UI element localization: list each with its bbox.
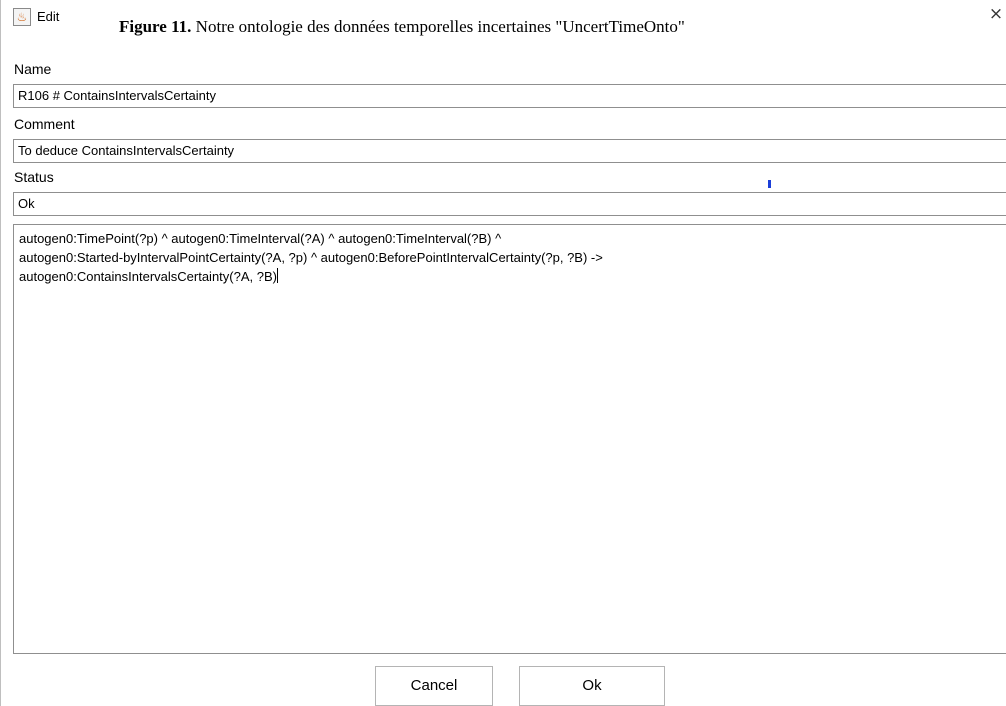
status-label: Status bbox=[14, 169, 54, 185]
name-field[interactable]: R106 # ContainsIntervalsCertainty bbox=[13, 84, 1006, 108]
comment-label: Comment bbox=[14, 116, 75, 132]
ok-button[interactable]: Ok bbox=[519, 666, 665, 706]
rule-line: autogen0:Started-byIntervalPointCertaint… bbox=[19, 250, 603, 265]
window-title: Edit bbox=[37, 9, 60, 24]
blue-marker bbox=[768, 180, 771, 188]
rule-text-area[interactable]: autogen0:TimePoint(?p) ^ autogen0:TimeIn… bbox=[13, 224, 1006, 654]
figure-caption: Figure 11. Notre ontologie des données t… bbox=[119, 17, 685, 37]
rule-line: autogen0:ContainsIntervalsCertainty(?A, … bbox=[19, 269, 277, 284]
status-field[interactable]: Ok bbox=[13, 192, 1006, 216]
rule-line: autogen0:TimePoint(?p) ^ autogen0:TimeIn… bbox=[19, 231, 502, 246]
text-caret bbox=[276, 268, 278, 283]
java-cup-icon: ♨ bbox=[13, 8, 31, 26]
figure-label: Figure 11. bbox=[119, 17, 192, 36]
figure-caption-text: Notre ontologie des données temporelles … bbox=[191, 17, 685, 36]
name-label: Name bbox=[14, 61, 52, 77]
edit-dialog: ♨ Edit × Figure 11. Notre ontologie des … bbox=[0, 0, 1006, 706]
cancel-button[interactable]: Cancel bbox=[375, 666, 493, 706]
comment-field[interactable]: To deduce ContainsIntervalsCertainty bbox=[13, 139, 1006, 163]
rule-line-last: autogen0:ContainsIntervalsCertainty(?A, … bbox=[19, 267, 1006, 286]
close-button[interactable]: × bbox=[985, 2, 1006, 26]
